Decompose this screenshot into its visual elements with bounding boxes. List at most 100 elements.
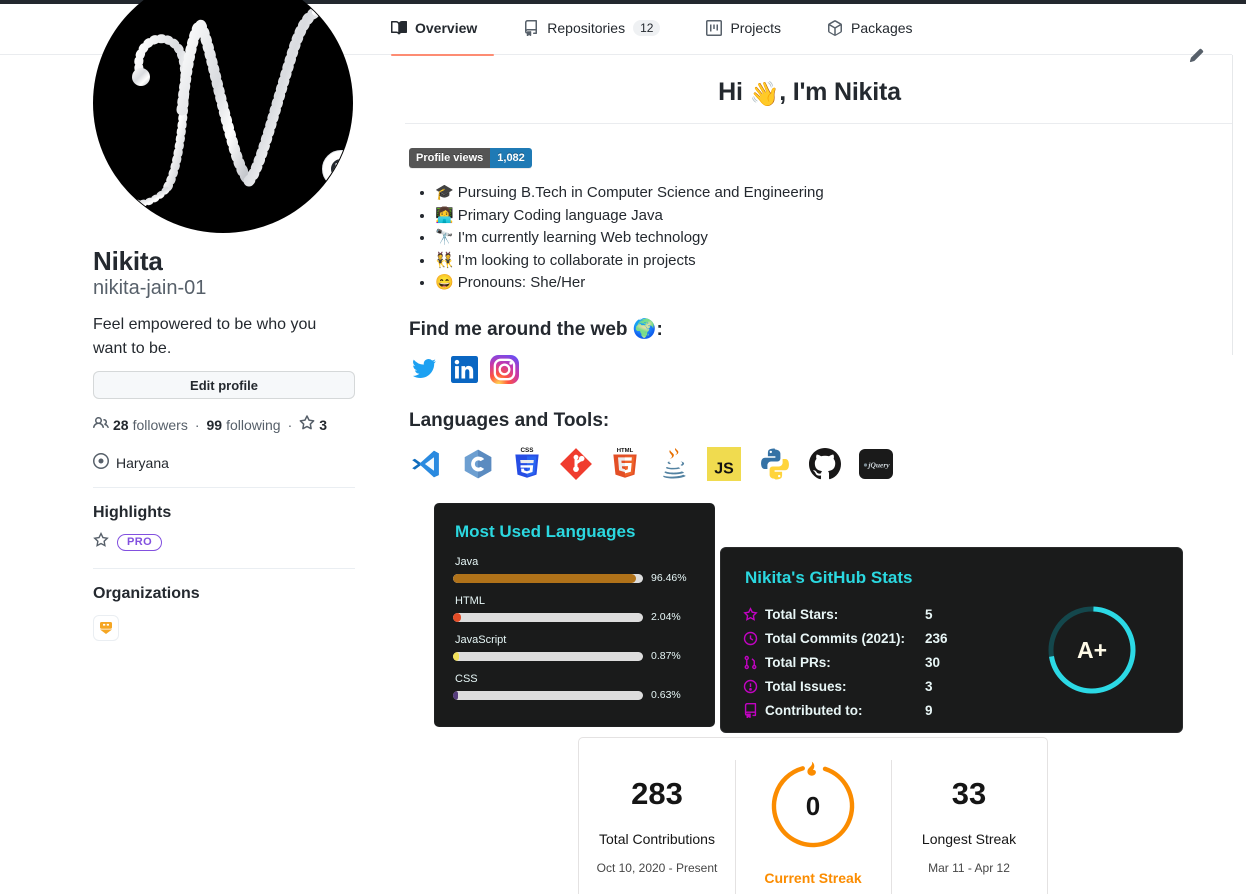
- followers-count[interactable]: 28: [113, 417, 129, 433]
- clock-glyph: [743, 631, 758, 645]
- tab-overview-label: Overview: [415, 20, 478, 36]
- profile-nav-tabs: Overview Repositories 12 Projects Packag…: [387, 11, 955, 53]
- language-bar-fill: [453, 612, 461, 622]
- highlights-section: Highlights PRO: [93, 504, 171, 553]
- current-streak-label: Current Streak: [764, 870, 862, 886]
- language-percent: 0.63%: [651, 689, 681, 701]
- stat-label: Contributed to:: [765, 702, 863, 718]
- language-row: HTML 2.04%: [453, 595, 696, 623]
- profile-login: nikita-jain-01: [93, 277, 207, 299]
- project-glyph: [706, 20, 723, 36]
- linkedin-glyph: [451, 355, 478, 383]
- status-badge[interactable]: Profile views 1,082: [409, 148, 532, 168]
- c-glyph: [464, 449, 492, 478]
- stat-label: Total Commits (2021):: [765, 630, 906, 646]
- instagram-icon[interactable]: [490, 354, 519, 384]
- avatar-image[interactable]: [93, 0, 353, 233]
- svg-text:JS: JS: [714, 460, 733, 477]
- language-label: HTML: [455, 595, 485, 607]
- github-icon[interactable]: [809, 447, 841, 480]
- python-icon[interactable]: [759, 447, 791, 481]
- readme-heading-divider: [405, 123, 1232, 124]
- issue-opened-icon: [743, 679, 765, 694]
- profile-bio: Feel empowered to be who you want to be.: [93, 316, 317, 357]
- diamond-letter-n-graphic: [132, 6, 339, 207]
- tab-overview[interactable]: Overview: [387, 16, 493, 48]
- pull-request-icon: [743, 655, 765, 670]
- css3-icon[interactable]: CSS: [513, 446, 541, 482]
- readme-heading-suffix: , I'm Nikita: [779, 78, 901, 106]
- star-icon: [93, 532, 109, 553]
- language-bar-track: [453, 573, 643, 583]
- profile-readme-card: Hi 👋, I'm Nikita Profile views 1,082 🎓Pu…: [387, 56, 1232, 482]
- languages-tools-row: CSS HTML JS jQuery: [409, 446, 1232, 482]
- streak-column-longest-streak: 33 Longest Streak Mar 11 - Apr 12: [891, 738, 1047, 894]
- language-label: Java: [455, 556, 479, 568]
- list-item: 🔭I'm currently learning Web technology: [435, 227, 1232, 250]
- highlights-title: Highlights: [93, 504, 172, 521]
- tab-repositories[interactable]: Repositories 12: [519, 16, 676, 48]
- github-glyph: [809, 447, 841, 479]
- tab-projects[interactable]: Projects: [702, 16, 797, 48]
- book-glyph: [391, 20, 407, 35]
- twitter-glyph: [412, 359, 436, 378]
- stat-value: 236: [925, 630, 948, 646]
- star-glyph: [743, 606, 758, 621]
- repo-icon: [523, 20, 539, 36]
- organization-avatar[interactable]: [93, 615, 119, 641]
- list-item: 👯I'm looking to collaborate in projects: [435, 250, 1232, 273]
- pro-badge[interactable]: PRO: [117, 534, 163, 551]
- list-item-text: I'm currently learning Web technology: [457, 229, 708, 246]
- html5-icon[interactable]: HTML: [611, 446, 639, 482]
- git-glyph: [560, 447, 592, 480]
- dot-separator-2: ·: [287, 416, 293, 433]
- svg-text:HTML: HTML: [617, 447, 634, 453]
- content-right-rule: [1232, 55, 1233, 355]
- java-icon[interactable]: [657, 447, 689, 481]
- clock-icon: [743, 631, 765, 646]
- people-glyph: [93, 416, 109, 429]
- list-item-text: Primary Coding language Java: [457, 206, 663, 224]
- list-item-text: Pursuing B.Tech in Computer Science and …: [457, 184, 824, 201]
- visual-studio-code-icon[interactable]: [409, 447, 443, 481]
- profile-location: Haryana: [93, 453, 169, 472]
- c-language-icon[interactable]: [461, 447, 495, 481]
- edit-profile-button[interactable]: Edit profile: [93, 371, 355, 399]
- svg-text:CSS: CSS: [520, 446, 533, 453]
- stars-count[interactable]: 3: [319, 417, 327, 433]
- language-bar-fill: [453, 651, 460, 661]
- profile-views-label: Profile views: [409, 148, 491, 168]
- sidebar-divider-1: [93, 487, 355, 488]
- linkedin-icon[interactable]: [451, 355, 478, 383]
- language-bar-track: [453, 690, 643, 700]
- dot-separator-1: ·: [194, 416, 200, 433]
- following-label[interactable]: following: [226, 417, 280, 433]
- javascript-icon[interactable]: JS: [707, 446, 741, 481]
- language-bar-line: 2.04%: [453, 611, 696, 623]
- git-icon[interactable]: [559, 447, 593, 481]
- pull-request-glyph: [744, 655, 757, 669]
- jquery-icon[interactable]: jQuery: [859, 448, 893, 479]
- social-links-row: [409, 354, 1232, 384]
- instagram-glyph: [490, 354, 519, 384]
- list-item: 👩‍💻Primary Coding language Java: [435, 205, 1232, 228]
- tab-projects-label: Projects: [730, 20, 782, 36]
- language-row: CSS 0.63%: [453, 673, 696, 701]
- most-used-languages-card: Most Used Languages Java 96.46% HTML 2.0…: [434, 503, 715, 727]
- streak-column-current-streak: 0 Current Streak Apr 20: [735, 738, 891, 894]
- html5-glyph: HTML: [613, 447, 637, 478]
- octocat-status-icon[interactable]: [322, 150, 352, 188]
- followers-label[interactable]: followers: [133, 417, 188, 433]
- repo-icon: [743, 702, 765, 718]
- highlights-pro-row[interactable]: PRO: [93, 532, 171, 553]
- vscode-glyph: [412, 450, 439, 477]
- issue-glyph: [743, 679, 758, 693]
- book-icon: [391, 20, 407, 36]
- organization-logo-glyph: [100, 622, 112, 634]
- following-count[interactable]: 99: [207, 417, 223, 433]
- twitter-icon[interactable]: [409, 356, 439, 382]
- avatar[interactable]: [93, 0, 353, 233]
- language-bar-fill: [453, 573, 637, 583]
- tab-packages[interactable]: Packages: [823, 16, 928, 48]
- repo-glyph: [525, 20, 538, 36]
